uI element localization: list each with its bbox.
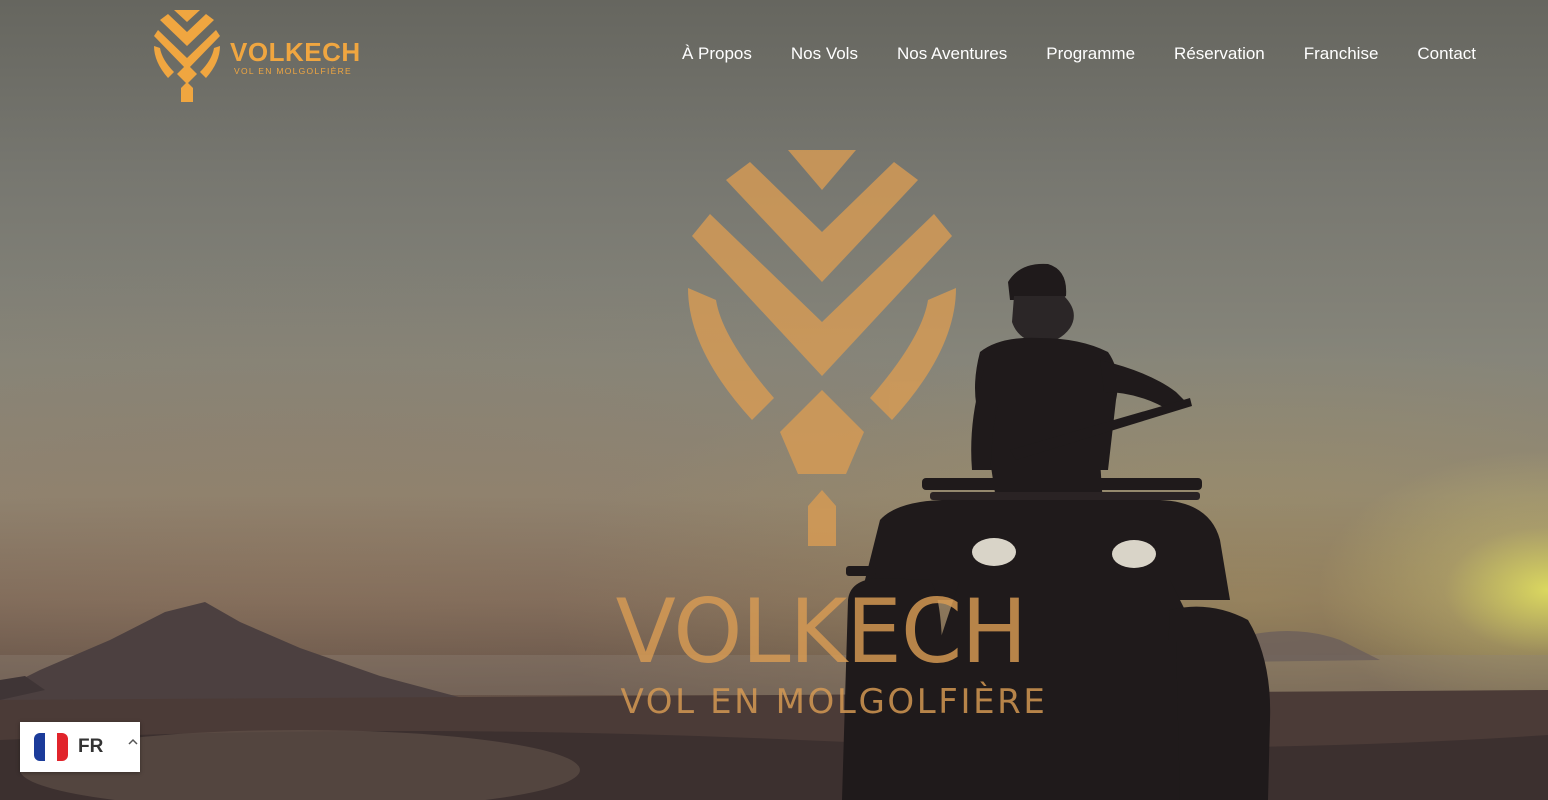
- nav-item-a-propos[interactable]: À Propos: [682, 42, 752, 66]
- nav-item-contact[interactable]: Contact: [1417, 42, 1476, 66]
- nav-item-nos-vols[interactable]: Nos Vols: [791, 42, 858, 66]
- language-switcher[interactable]: FR: [20, 722, 140, 772]
- brand-tagline: VOL EN MOLGOLFIÈRE: [234, 66, 353, 76]
- nav-item-reservation[interactable]: Réservation: [1174, 42, 1265, 66]
- chevron-up-icon: [128, 738, 138, 745]
- nav-item-programme[interactable]: Programme: [1046, 42, 1135, 66]
- balloon-logo-icon: [154, 10, 220, 102]
- nav-item-nos-aventures[interactable]: Nos Aventures: [897, 42, 1007, 66]
- hero-tagline: VOL EN MOLGOLFIÈRE: [620, 682, 1048, 722]
- main-nav: À Propos Nos Vols Nos Aventures Programm…: [682, 42, 1476, 66]
- france-flag-icon: [34, 733, 68, 761]
- hero-title: VOLKECH: [615, 580, 1028, 683]
- brand-name: VOLKECH: [230, 37, 361, 67]
- hero-balloon-logo-icon: [688, 150, 956, 546]
- nav-item-franchise[interactable]: Franchise: [1304, 42, 1379, 66]
- language-code: FR: [78, 736, 104, 757]
- brand-logo-link[interactable]: VOLKECH VOL EN MOLGOLFIÈRE: [152, 8, 360, 104]
